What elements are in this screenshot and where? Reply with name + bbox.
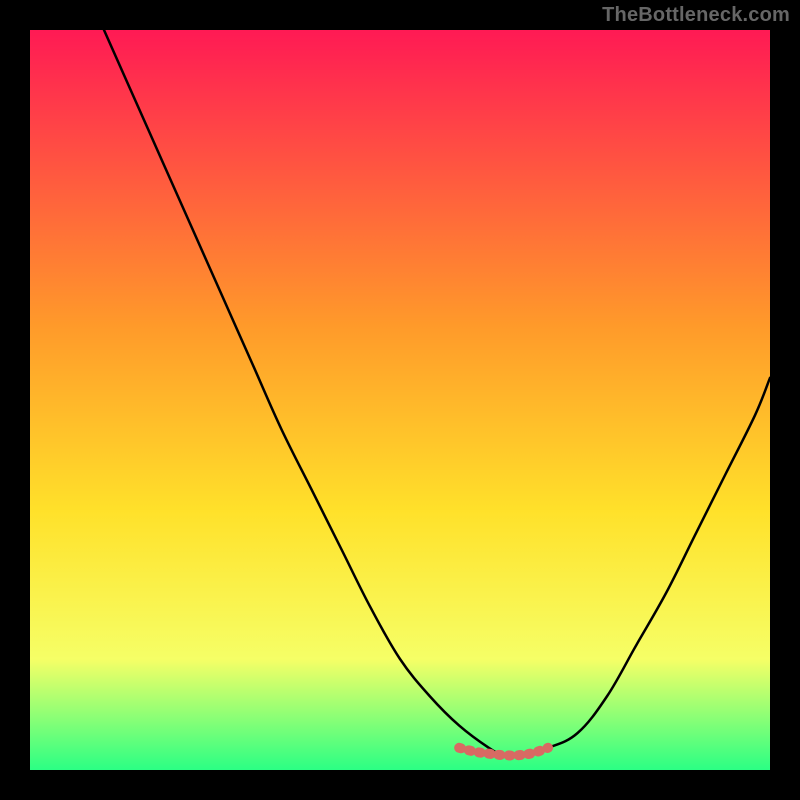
chart-frame: TheBottleneck.com [0,0,800,800]
watermark-text: TheBottleneck.com [602,4,790,27]
plot-area [30,30,770,770]
bottleneck-chart-svg [30,30,770,770]
